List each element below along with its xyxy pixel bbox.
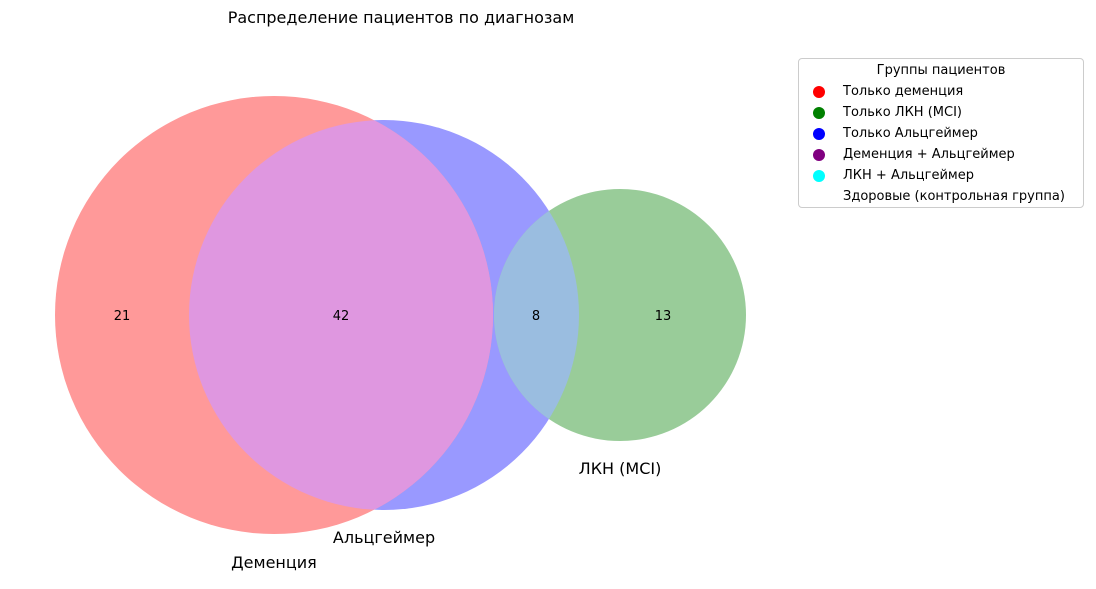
legend-marker-dot [813,170,825,182]
set-label-dementia: Деменция [231,553,317,572]
count-mci-only: 13 [655,309,672,324]
set-label-mci: ЛКН (MCI) [579,459,662,478]
count-alzheimer-mci: 8 [532,309,540,324]
legend-item-label: Здоровые (контрольная группа) [843,189,1065,204]
chart-title: Распределение пациентов по диагнозам [228,8,575,27]
legend-marker-dot [813,128,825,140]
legend-marker-dot [813,86,825,98]
count-dementia-alzheimer: 42 [333,309,350,324]
legend-title: Группы пациентов [876,63,1006,78]
count-dementia-only: 21 [114,309,131,324]
legend-item-label: Только ЛКН (MCI) [843,105,962,120]
legend-marker-dot [813,191,825,203]
set-label-alzheimer: Альцгеймер [333,528,435,547]
legend-marker-dot [813,149,825,161]
legend-item-label: Только Альцгеймер [843,126,978,141]
legend-item-label: ЛКН + Альцгеймер [843,168,974,183]
legend-marker-dot [813,107,825,119]
legend-item-label: Деменция + Альцгеймер [843,147,1015,162]
legend: Группы пациентов Только деменция Только … [798,58,1084,208]
legend-item-label: Только деменция [843,84,964,99]
